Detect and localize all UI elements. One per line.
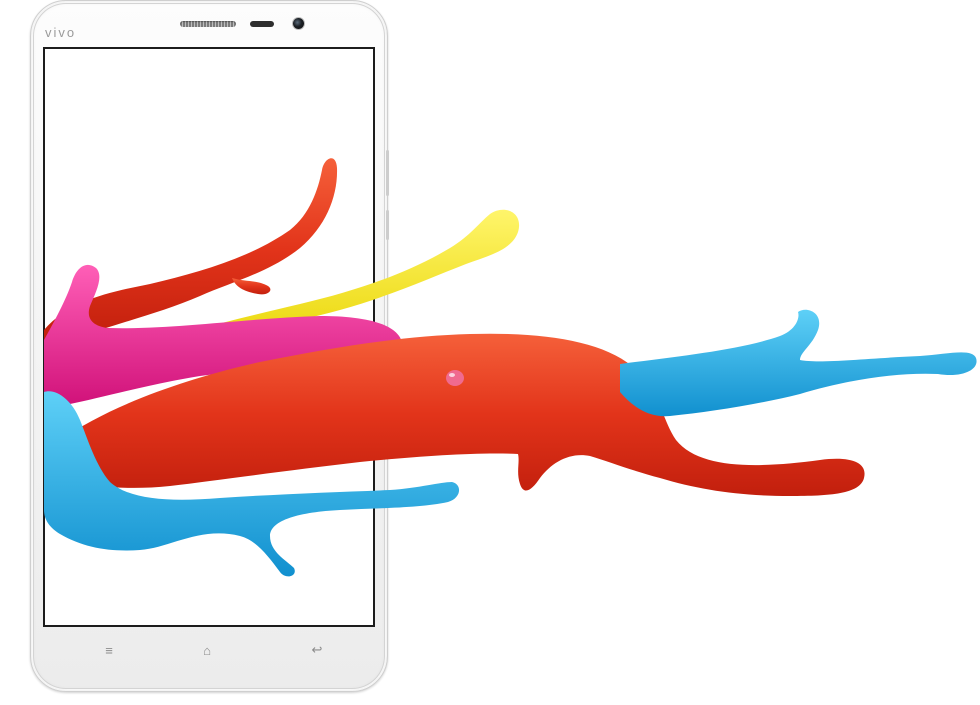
red-paint-highlight: [449, 373, 455, 377]
paint-splash-art: [44, 158, 977, 577]
blue-paint-right-streak: [620, 309, 977, 417]
red-paint-droplet: [446, 370, 464, 386]
red-paint-drip: [232, 278, 271, 295]
product-hero: vivo ≡ ⌂ ↩: [0, 0, 980, 705]
